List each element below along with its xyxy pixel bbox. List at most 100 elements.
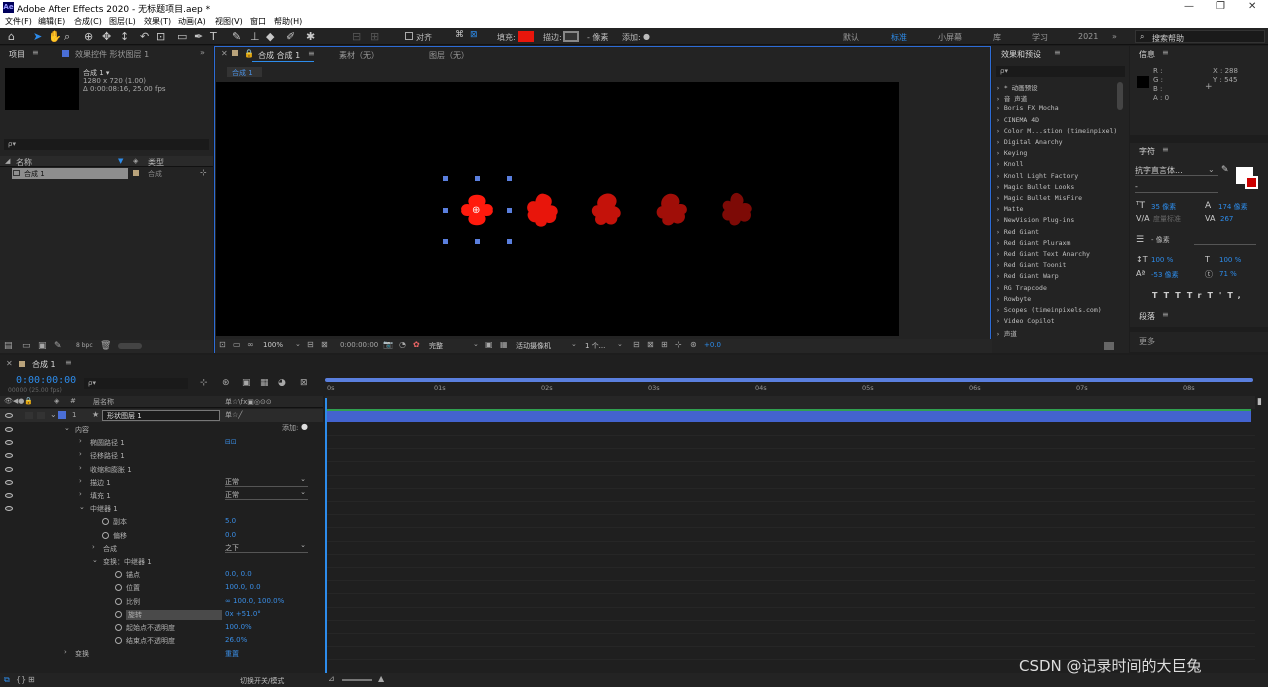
panel-menu-icon[interactable]: ≡ — [1162, 310, 1169, 319]
twirl-open-icon[interactable]: ⌄ — [64, 424, 70, 432]
label-col-icon[interactable]: ◈ — [133, 157, 138, 165]
stopwatch-icon[interactable] — [115, 597, 122, 605]
add-shape-icon[interactable]: ● — [301, 422, 308, 431]
eyedropper-icon[interactable]: ✎ — [1221, 165, 1229, 175]
local-axis-icon[interactable]: ⊟ — [352, 30, 361, 43]
twirl-open-icon[interactable]: ⌄ — [50, 410, 57, 419]
effect-category-item[interactable]: › Keying — [996, 149, 1027, 157]
info-tab[interactable]: 信息 — [1139, 49, 1155, 60]
transparency-grid-icon[interactable]: ▦ — [500, 340, 508, 349]
col-type[interactable]: 类型 — [148, 157, 164, 168]
property-row[interactable]: ⌄ 中继器 1 — [0, 502, 323, 515]
anchor-point-icon[interactable]: ⊕ — [472, 205, 480, 216]
current-time-display[interactable]: 0:00:00:00 — [16, 375, 76, 386]
comp-breadcrumb[interactable]: 合成 1 — [227, 67, 262, 77]
resolution-dropdown[interactable]: 完整 — [429, 341, 443, 351]
effect-category-item[interactable]: › RG Trapcode — [996, 284, 1047, 292]
property-row[interactable]: › 收缩和膨胀 1 — [0, 463, 323, 476]
effect-category-item[interactable]: › * 动画预设 — [996, 82, 1038, 92]
twirl-closed-icon[interactable]: › — [92, 543, 95, 551]
timeline-search-input[interactable]: ρ▾ — [84, 378, 188, 389]
panel-overflow-icon[interactable]: » — [200, 48, 205, 57]
effect-category-item[interactable]: › Red Giant Warp — [996, 272, 1059, 280]
zoom-out-icon[interactable]: ⊿ — [328, 674, 335, 683]
menu-effect[interactable]: 效果(T) — [144, 16, 171, 27]
twirl-closed-icon[interactable]: › — [64, 648, 67, 656]
bpc-label[interactable]: 8 bpc — [76, 342, 93, 349]
visibility-eye-icon[interactable] — [5, 427, 13, 432]
effect-category-item[interactable]: › NewVision Plug-ins — [996, 216, 1074, 224]
more-tab[interactable]: 更多 — [1139, 336, 1155, 347]
property-value[interactable]: 100.0, 0.0 — [225, 583, 261, 591]
horizontal-scale-value[interactable]: 100 % — [1219, 256, 1241, 264]
layer-row[interactable]: ⌄ 1 ★ 形状图层 1 单☆╱ — [0, 409, 323, 422]
twirl-closed-icon[interactable]: › — [79, 450, 82, 458]
zoom-tool-icon[interactable]: ⌕ — [64, 30, 70, 44]
puppet-tool-icon[interactable]: ✱ — [306, 30, 315, 43]
new-preset-icon[interactable] — [1104, 342, 1114, 350]
layer-name-field[interactable]: 形状图层 1 — [102, 410, 220, 421]
channel-icon[interactable]: ✿ — [413, 340, 420, 349]
property-value[interactable]: 5.0 — [225, 517, 236, 525]
property-row[interactable]: › 描边 1 正常 — [0, 475, 323, 489]
move-tool-icon[interactable]: ✥ — [102, 30, 111, 43]
label-color-swatch[interactable] — [58, 411, 66, 419]
col-layer-name[interactable]: 层名称 — [93, 397, 114, 407]
menu-animation[interactable]: 动画(A) — [178, 16, 206, 27]
views-dropdown[interactable]: 1 个... — [585, 341, 605, 351]
font-family-dropdown[interactable]: 抗字直言体... — [1135, 165, 1218, 176]
property-value[interactable]: 26.0% — [225, 636, 247, 644]
label-color-swatch[interactable] — [133, 170, 139, 176]
col-name[interactable]: 名称 — [16, 157, 32, 168]
property-row[interactable]: › 合成 之下 — [0, 541, 323, 555]
new-folder-icon[interactable]: ▭ — [22, 341, 31, 351]
eraser-tool-icon[interactable]: ◆ — [266, 30, 274, 43]
panel-menu-icon[interactable]: ≡ — [1054, 48, 1061, 57]
effect-category-item[interactable]: › 声道 — [996, 328, 1017, 338]
property-row[interactable]: › 椭圆路径 1 ⊟⊡ — [0, 436, 323, 449]
col-switches[interactable]: 单☆\fx▣◎⊙⊙ — [225, 397, 272, 407]
world-axis-icon[interactable]: ⊞ — [370, 30, 379, 43]
twirl-closed-icon[interactable]: › — [79, 464, 82, 472]
add-shape-icon[interactable]: ● — [643, 32, 650, 41]
effects-search-input[interactable]: ρ▾ — [996, 66, 1125, 77]
resolution-chevron-icon[interactable]: ⌄ — [473, 340, 479, 348]
stroke-width-value[interactable]: - 像素 — [1151, 235, 1170, 245]
shy-icon[interactable]: ▣ — [242, 378, 251, 388]
panel-close-icon[interactable]: ✕ — [6, 359, 13, 368]
snapshot-icon[interactable]: 📷 — [383, 340, 393, 349]
paragraph-tab[interactable]: 段落 — [1139, 311, 1155, 322]
clone-stamp-tool-icon[interactable]: ⊥ — [250, 30, 260, 43]
dolly-tool-icon[interactable]: ↕ — [120, 30, 129, 43]
property-value[interactable]: 100.0% — [225, 623, 252, 631]
property-row[interactable]: 锚点 0.0, 0.0 — [0, 568, 323, 581]
roi-icon[interactable]: ▣ — [485, 340, 493, 349]
zoom-dropdown[interactable]: 100% — [263, 341, 283, 349]
text-tool-icon[interactable]: T — [210, 30, 217, 43]
effect-category-item[interactable]: › Video Copilot — [996, 317, 1055, 325]
flowchart-icon[interactable]: ⊹ — [200, 168, 207, 177]
stopwatch-icon[interactable] — [115, 610, 122, 618]
roto-brush-tool-icon[interactable]: ✐ — [286, 30, 295, 43]
project-item-row[interactable]: 合成 1 合成 ⊹ — [0, 168, 213, 179]
font-size-value[interactable]: 35 像素 — [1151, 202, 1176, 212]
visibility-eye-icon[interactable] — [5, 453, 13, 459]
property-row[interactable]: › 径移路径 1 — [0, 449, 323, 462]
stroke-color-swatch[interactable] — [563, 31, 579, 42]
lock-icon[interactable] — [37, 412, 45, 419]
graph-editor-icon[interactable]: ⊠ — [300, 378, 308, 388]
workspace-default[interactable]: 默认 — [843, 32, 859, 43]
property-value[interactable]: 重置 — [225, 649, 239, 659]
selection-tool-icon[interactable]: ➤ — [33, 30, 42, 43]
timeline-zoom-end-icon[interactable]: ▮ — [1257, 397, 1262, 407]
toggle-stretch-icon[interactable]: ⊞ — [28, 675, 35, 684]
comp-mini-flowchart-icon[interactable]: ⊹ — [200, 378, 208, 388]
rectangle-tool-icon[interactable]: ▭ — [177, 30, 187, 43]
twirl-open-icon[interactable]: ⌄ — [79, 503, 85, 511]
toggle-in-out-icon[interactable]: {} — [16, 675, 26, 684]
tracking-value[interactable]: 267 — [1220, 215, 1233, 223]
always-preview-icon[interactable]: ⊡ — [219, 340, 226, 349]
character-tab[interactable]: 字符 — [1139, 146, 1155, 157]
toggle-switches-modes[interactable]: 切换开关/模式 — [240, 676, 284, 686]
frame-blending-icon[interactable]: ▦ — [260, 378, 269, 388]
